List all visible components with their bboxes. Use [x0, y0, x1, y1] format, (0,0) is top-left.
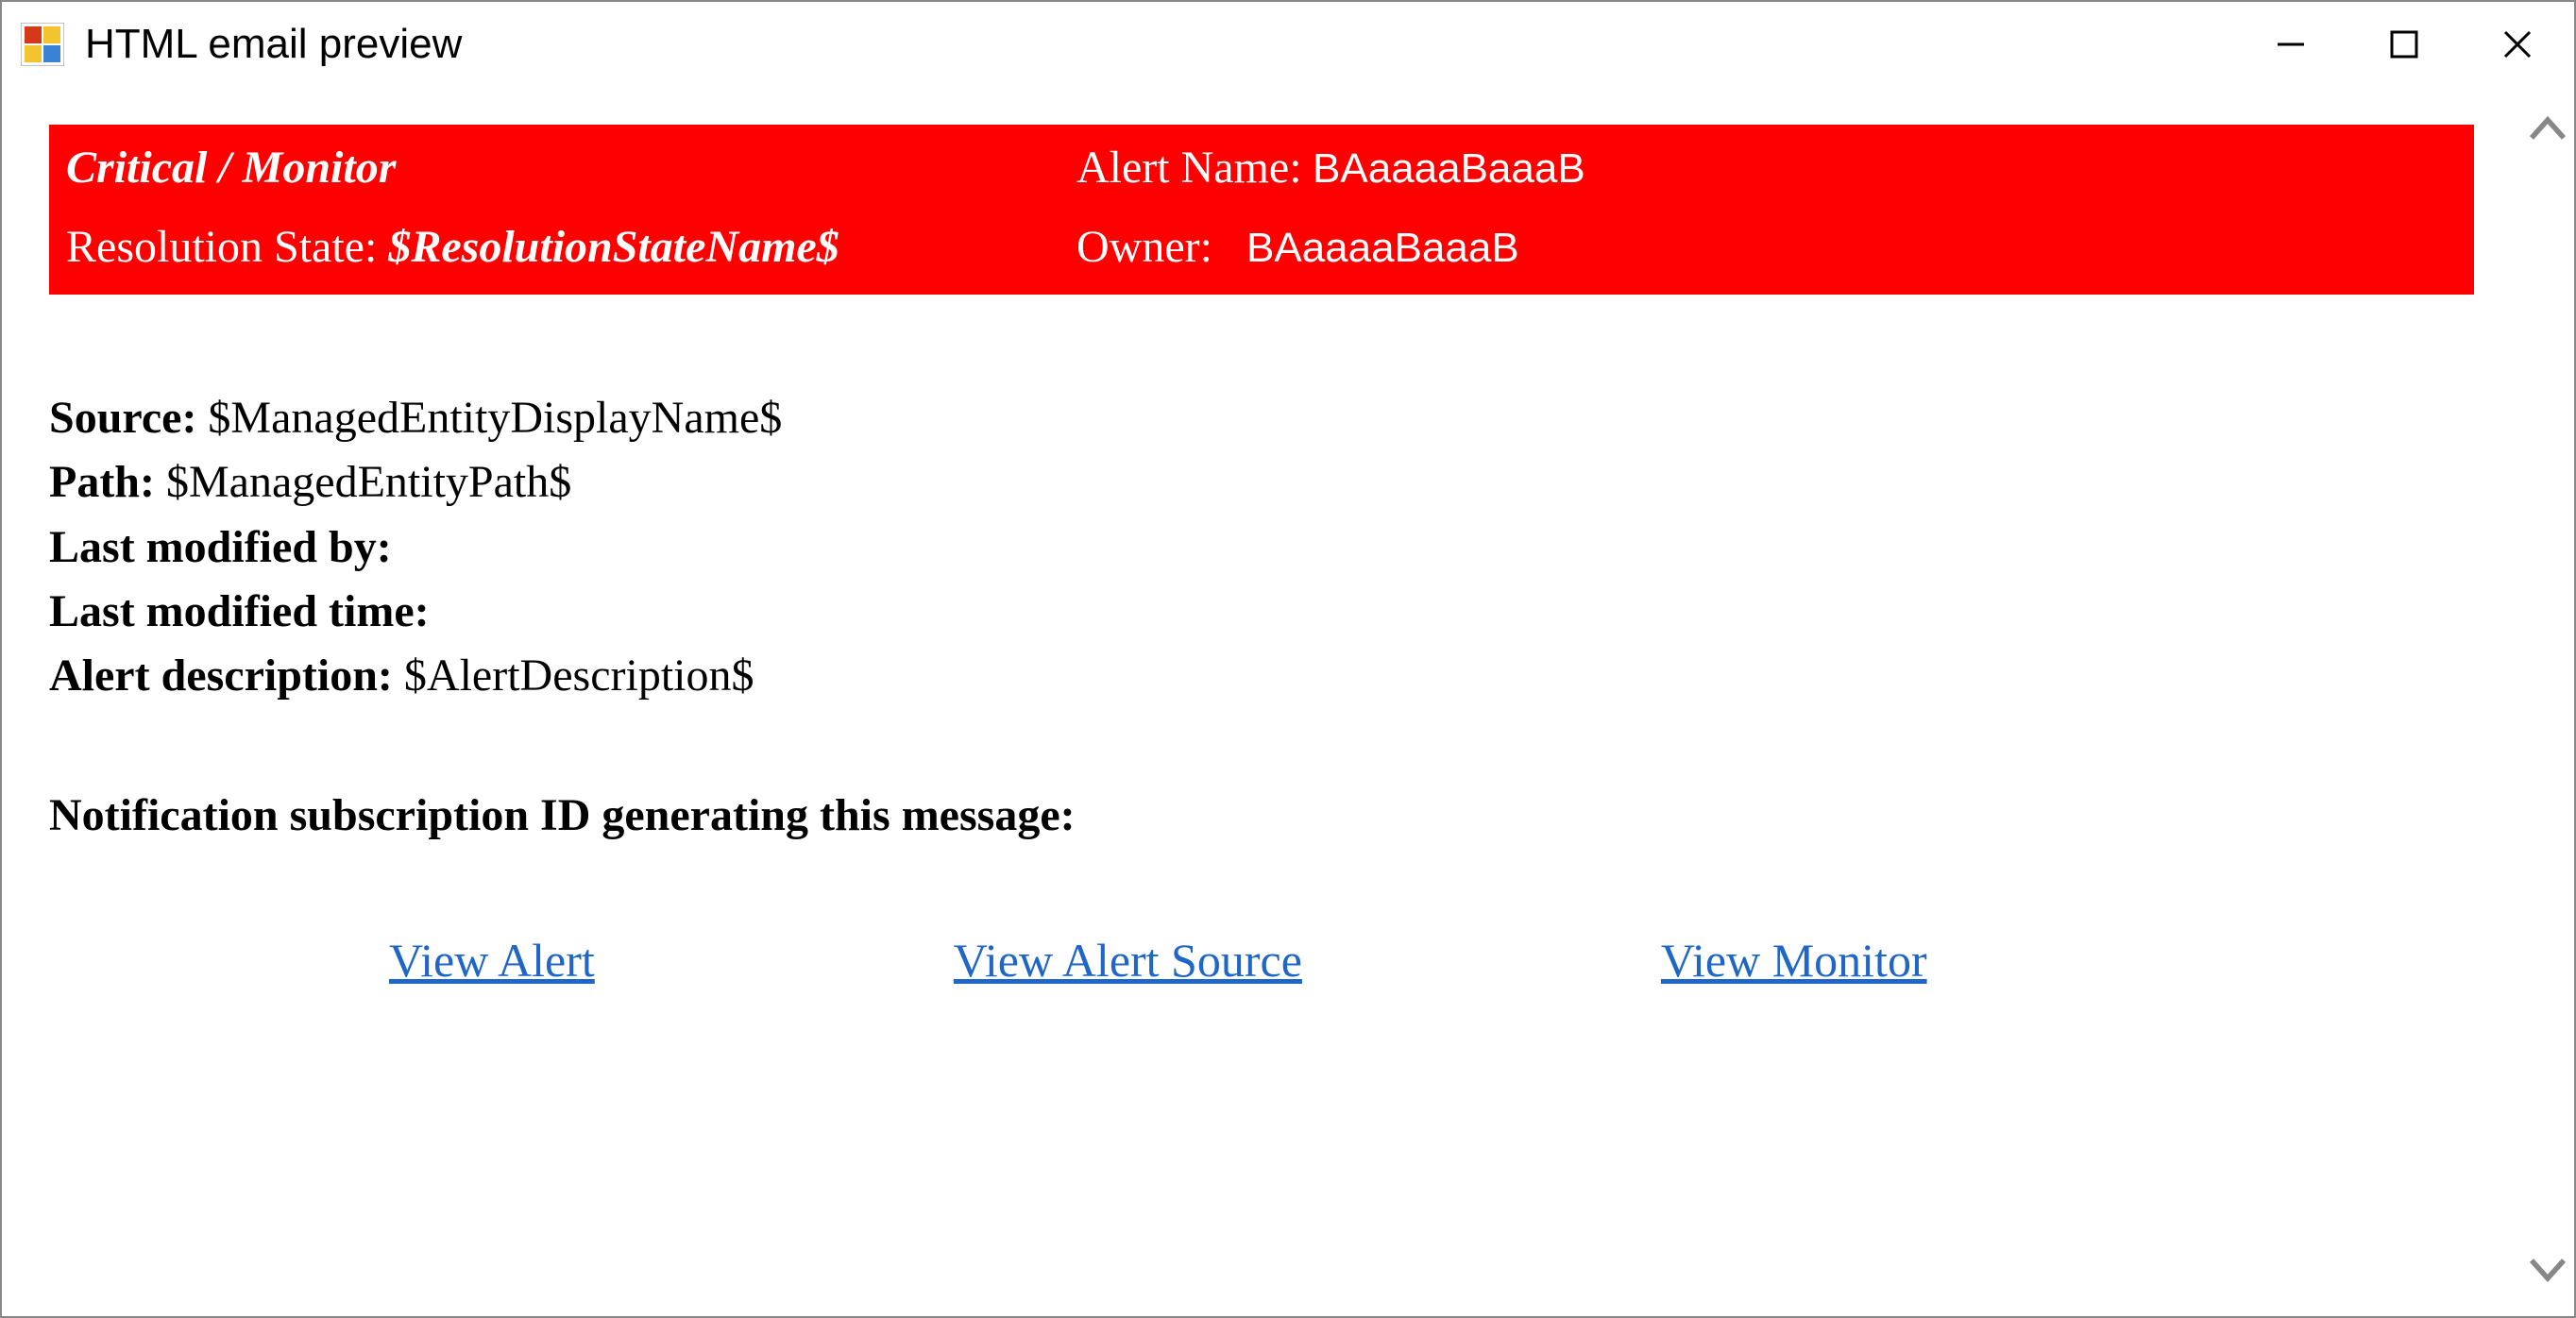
owner-value: BAaaaaBaaaB: [1246, 221, 2457, 275]
last-modified-time-line: Last modified time:: [49, 583, 2474, 641]
last-modified-by-line: Last modified by:: [49, 518, 2474, 577]
last-modified-time-label: Last modified time:: [49, 586, 430, 636]
path-label: Path:: [49, 457, 155, 507]
client-area: Critical / Monitor Alert Name: BAaaaaBaa…: [2, 87, 2574, 1316]
maximize-button[interactable]: [2347, 2, 2461, 87]
alert-name-value: BAaaaaBaaaB: [1313, 142, 2457, 195]
alert-description-line: Alert description: $AlertDescription$: [49, 647, 2474, 705]
link-row: View Alert View Alert Source View Monito…: [49, 930, 2474, 991]
alert-description-value: $AlertDescription$: [393, 651, 754, 701]
resolution-state-value: $ResolutionStateName$: [388, 222, 839, 272]
scroll-down-arrow[interactable]: [2524, 1245, 2571, 1297]
source-label: Source:: [49, 393, 196, 443]
view-alert-link[interactable]: View Alert: [389, 930, 595, 991]
app-icon: [21, 23, 64, 66]
path-line: Path: $ManagedEntityPath$: [49, 453, 2474, 512]
minimize-button[interactable]: [2234, 2, 2347, 87]
owner-label: Owner:: [1076, 218, 1246, 277]
alert-header: Critical / Monitor Alert Name: BAaaaaBaa…: [49, 125, 2474, 295]
view-alert-source-link[interactable]: View Alert Source: [954, 930, 1302, 991]
path-value: $ManagedEntityPath$: [155, 457, 571, 507]
alert-name-label: Alert Name:: [1076, 139, 1313, 197]
email-content: Critical / Monitor Alert Name: BAaaaaBaa…: [2, 87, 2521, 1316]
severity-type: Critical / Monitor: [66, 139, 1076, 197]
alert-description-label: Alert description:: [49, 651, 393, 701]
window-controls: [2234, 2, 2574, 87]
window-title: HTML email preview: [85, 21, 2234, 68]
view-monitor-link[interactable]: View Monitor: [1661, 930, 1927, 991]
app-window: HTML email preview Critical / Monitor Al…: [0, 0, 2576, 1318]
titlebar: HTML email preview: [2, 2, 2574, 87]
vertical-scrollbar[interactable]: [2521, 87, 2574, 1316]
subscription-id-label: Notification subscription ID generating …: [49, 786, 2474, 845]
resolution-state-label: Resolution State:: [66, 222, 377, 272]
source-value: $ManagedEntityDisplayName$: [196, 393, 782, 443]
alert-header-row-2: Resolution State: $ResolutionStateName$ …: [66, 218, 2457, 277]
close-button[interactable]: [2461, 2, 2574, 87]
resolution-state-cell: Resolution State: $ResolutionStateName$: [66, 218, 1076, 277]
scroll-up-arrow[interactable]: [2524, 106, 2571, 158]
source-line: Source: $ManagedEntityDisplayName$: [49, 389, 2474, 448]
alert-header-row-1: Critical / Monitor Alert Name: BAaaaaBaa…: [66, 139, 2457, 197]
fields-block: Source: $ManagedEntityDisplayName$ Path:…: [49, 389, 2474, 845]
last-modified-by-label: Last modified by:: [49, 522, 392, 572]
